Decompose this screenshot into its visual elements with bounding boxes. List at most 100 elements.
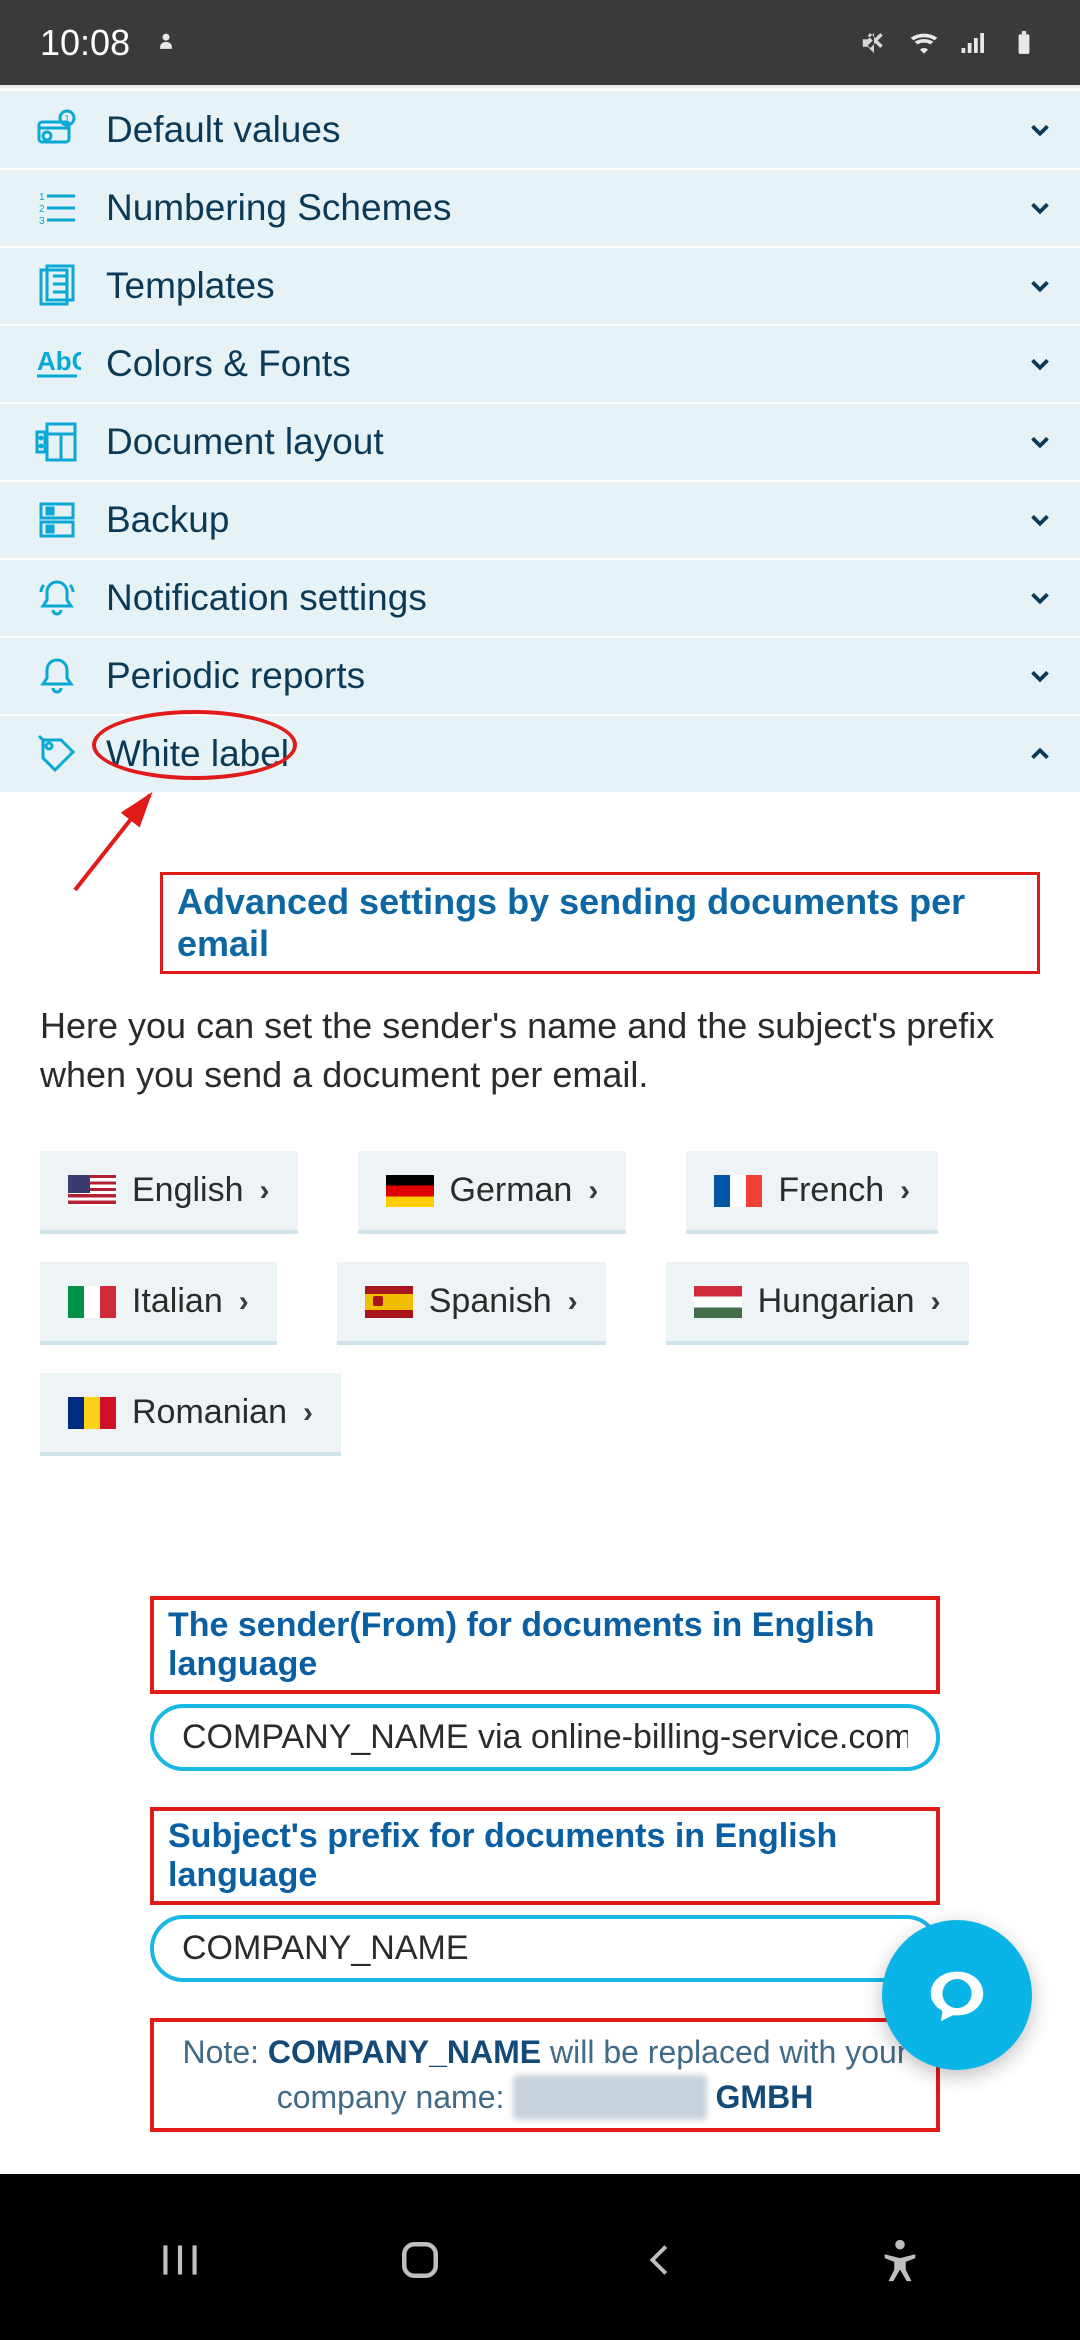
- accessibility-button[interactable]: [865, 2225, 935, 2295]
- language-grid: English› German› French› Italian› Spanis…: [40, 1151, 1040, 1456]
- subject-input[interactable]: [182, 1929, 908, 1968]
- language-label: Spanish: [429, 1282, 552, 1321]
- language-romanian[interactable]: Romanian ›: [40, 1373, 341, 1456]
- note-token: COMPANY_NAME: [268, 2034, 541, 2070]
- chevron-right-icon: ›: [900, 1174, 910, 1208]
- language-english[interactable]: English ›: [40, 1151, 298, 1234]
- svg-text:3: 3: [39, 216, 45, 227]
- section-title-box: Advanced settings by sending documents p…: [160, 872, 1040, 974]
- chevron-right-icon: ›: [260, 1174, 270, 1208]
- white-label-icon: [30, 727, 84, 781]
- menu-item-numbering-schemes[interactable]: 123 Numbering Schemes: [0, 168, 1080, 246]
- flag-hu-icon: [694, 1286, 742, 1318]
- signal-icon: [958, 27, 990, 59]
- note-suffix: GMBH: [707, 2079, 814, 2115]
- sender-input[interactable]: [182, 1718, 908, 1757]
- language-label: Hungarian: [758, 1282, 915, 1321]
- menu-item-white-label[interactable]: White label: [0, 714, 1080, 792]
- menu-item-default-values[interactable]: 1 Default values: [0, 90, 1080, 168]
- menu-label: Document layout: [106, 421, 384, 463]
- sender-label: The sender(From) for documents in Englis…: [168, 1606, 922, 1684]
- chevron-down-icon: [1024, 582, 1056, 614]
- chevron-down-icon: [1024, 348, 1056, 380]
- note-company-redacted: ████████: [513, 2075, 706, 2120]
- back-button[interactable]: [625, 2225, 695, 2295]
- note-box: Note: COMPANY_NAME will be replaced with…: [150, 2018, 940, 2132]
- chevron-down-icon: [1024, 192, 1056, 224]
- sender-input-wrap: [150, 1704, 940, 1771]
- chat-fab[interactable]: [882, 1920, 1032, 2070]
- white-label-panel: Advanced settings by sending documents p…: [0, 792, 1080, 2340]
- menu-item-templates[interactable]: Templates: [0, 246, 1080, 324]
- language-spanish[interactable]: Spanish ›: [337, 1262, 606, 1345]
- menu-item-notification-settings[interactable]: Notification settings: [0, 558, 1080, 636]
- chevron-down-icon: [1024, 114, 1056, 146]
- notification-icon: [30, 571, 84, 625]
- menu-label: Backup: [106, 499, 229, 541]
- backup-icon: [30, 493, 84, 547]
- chevron-down-icon: [1024, 426, 1056, 458]
- settings-menu: 1 Default values 123 Numbering Schemes T…: [0, 85, 1080, 792]
- menu-item-colors-fonts[interactable]: AbC Colors & Fonts: [0, 324, 1080, 402]
- chevron-down-icon: [1024, 504, 1056, 536]
- doc-layout-icon: [30, 415, 84, 469]
- chevron-right-icon: ›: [568, 1285, 578, 1319]
- menu-item-document-layout[interactable]: Document layout: [0, 402, 1080, 480]
- chevron-right-icon: ›: [931, 1285, 941, 1319]
- menu-label: Default values: [106, 109, 340, 151]
- chevron-down-icon: [1024, 270, 1056, 302]
- flag-de-icon: [386, 1175, 434, 1207]
- android-nav-bar: [0, 2180, 1080, 2340]
- home-button[interactable]: [385, 2225, 455, 2295]
- menu-item-periodic-reports[interactable]: Periodic reports: [0, 636, 1080, 714]
- subject-input-wrap: [150, 1915, 940, 1982]
- chevron-right-icon: ›: [303, 1396, 313, 1430]
- language-label: French: [778, 1171, 884, 1210]
- menu-label: White label: [106, 733, 289, 775]
- wifi-icon: [908, 27, 940, 59]
- chevron-up-icon: [1024, 738, 1056, 770]
- language-german[interactable]: German›: [358, 1151, 627, 1234]
- note-pre: Note:: [183, 2034, 268, 2070]
- sender-label-box: The sender(From) for documents in Englis…: [150, 1596, 940, 1694]
- menu-label: Notification settings: [106, 577, 427, 619]
- subject-label-box: Subject's prefix for documents in Englis…: [150, 1807, 940, 1905]
- flag-ro-icon: [68, 1397, 116, 1429]
- flag-es-icon: [365, 1286, 413, 1318]
- svg-text:AbC: AbC: [37, 346, 81, 376]
- battery-icon: [1008, 27, 1040, 59]
- menu-label: Periodic reports: [106, 655, 365, 697]
- flag-fr-icon: [714, 1175, 762, 1207]
- status-time: 10:08: [40, 22, 130, 64]
- templates-icon: [30, 259, 84, 313]
- chevron-right-icon: ›: [239, 1285, 249, 1319]
- language-hungarian[interactable]: Hungarian ›: [666, 1262, 969, 1345]
- menu-label: Colors & Fonts: [106, 343, 351, 385]
- chat-icon: [922, 1960, 992, 2030]
- language-label: Romanian: [132, 1393, 287, 1432]
- menu-label: Numbering Schemes: [106, 187, 451, 229]
- numbering-icon: 123: [30, 181, 84, 235]
- status-app-icon: [150, 27, 182, 59]
- default-values-icon: 1: [30, 103, 84, 157]
- section-title: Advanced settings by sending documents p…: [177, 881, 1023, 965]
- periodic-icon: [30, 649, 84, 703]
- svg-text:2: 2: [39, 204, 45, 215]
- language-label: German: [450, 1171, 573, 1210]
- language-label: English: [132, 1171, 244, 1210]
- mute-icon: [858, 27, 890, 59]
- language-label: Italian: [132, 1282, 223, 1321]
- section-description: Here you can set the sender's name and t…: [40, 1002, 1040, 1099]
- status-bar: 10:08: [0, 0, 1080, 85]
- svg-text:1: 1: [64, 114, 70, 125]
- menu-item-backup[interactable]: Backup: [0, 480, 1080, 558]
- chevron-down-icon: [1024, 660, 1056, 692]
- language-italian[interactable]: Italian ›: [40, 1262, 277, 1345]
- recents-button[interactable]: [145, 2225, 215, 2295]
- subject-label: Subject's prefix for documents in Englis…: [168, 1817, 922, 1895]
- menu-label: Templates: [106, 265, 275, 307]
- flag-it-icon: [68, 1286, 116, 1318]
- flag-us-icon: [68, 1175, 116, 1207]
- language-french[interactable]: French ›: [686, 1151, 938, 1234]
- svg-text:1: 1: [39, 192, 45, 203]
